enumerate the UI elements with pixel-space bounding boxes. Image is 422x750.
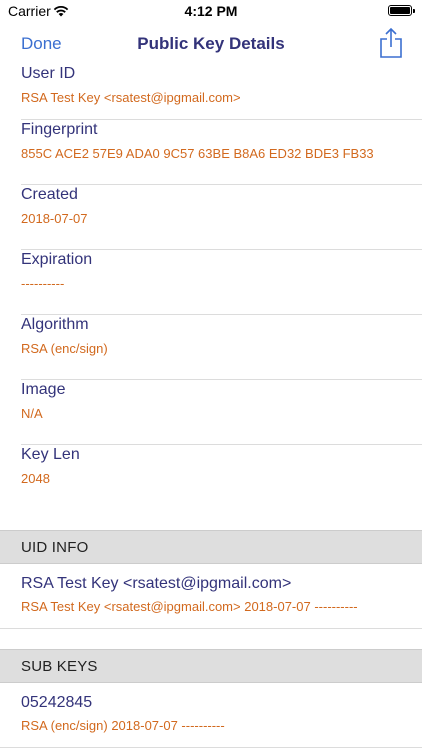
uid-label: RSA Test Key <rsatest@ipgmail.com>	[21, 575, 292, 592]
section-title: UID INFO	[21, 539, 89, 556]
sub-key-details: RSA (enc/sign) 2018-07-07 ----------	[21, 718, 225, 733]
field-row-created: Created 2018-07-07	[0, 185, 422, 250]
battery-icon	[388, 5, 415, 16]
section-header-uid-info: UID INFO	[0, 530, 422, 564]
sub-key-item[interactable]: 05242845 RSA (enc/sign) 2018-07-07 -----…	[0, 683, 422, 748]
page-title: Public Key Details	[137, 34, 285, 53]
field-value: RSA (enc/sign)	[21, 341, 108, 356]
clock: 4:12 PM	[184, 3, 238, 19]
section-spacer	[0, 629, 422, 649]
status-bar: Carrier 4:12 PM	[0, 0, 422, 22]
field-value: ----------	[21, 276, 65, 291]
field-label: Algorithm	[21, 316, 89, 333]
field-row-fingerprint: Fingerprint 855C ACE2 57E9 ADA0 9C57 63B…	[0, 120, 422, 185]
field-value: N/A	[21, 406, 43, 421]
uid-info-item[interactable]: RSA Test Key <rsatest@ipgmail.com> RSA T…	[0, 564, 422, 629]
section-title: SUB KEYS	[21, 658, 98, 675]
field-label: Expiration	[21, 251, 93, 268]
row-divider	[0, 747, 422, 748]
sub-key-id: 05242845	[21, 694, 93, 711]
share-icon[interactable]	[379, 27, 403, 59]
uid-details: RSA Test Key <rsatest@ipgmail.com> 2018-…	[21, 599, 358, 614]
field-value: 2018-07-07	[21, 211, 88, 226]
field-row-expiration: Expiration ----------	[0, 250, 422, 315]
field-label: Created	[21, 186, 78, 203]
details-list: User ID RSA Test Key <rsatest@ipgmail.co…	[0, 65, 422, 748]
section-header-sub-keys: SUB KEYS	[0, 649, 422, 683]
field-value: 2048	[21, 471, 50, 486]
navigation-bar: Done Public Key Details	[0, 22, 422, 66]
field-row-key-len: Key Len 2048	[0, 445, 422, 510]
row-divider	[0, 628, 422, 629]
field-row-algorithm: Algorithm RSA (enc/sign)	[0, 315, 422, 380]
field-label: Key Len	[21, 446, 80, 463]
field-row-image: Image N/A	[0, 380, 422, 445]
field-label: Fingerprint	[21, 121, 98, 138]
section-spacer	[0, 510, 422, 530]
field-label: Image	[21, 381, 66, 398]
field-value: 855C ACE2 57E9 ADA0 9C57 63BE B8A6 ED32 …	[21, 146, 374, 161]
field-label: User ID	[21, 65, 76, 82]
field-value: RSA Test Key <rsatest@ipgmail.com>	[21, 90, 241, 105]
field-row-user-id: User ID RSA Test Key <rsatest@ipgmail.co…	[0, 65, 422, 120]
